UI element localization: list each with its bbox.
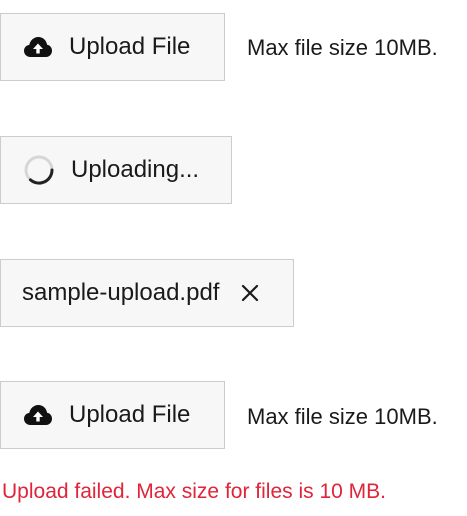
max-file-size-hint: Max file size 10MB. [247,404,438,429]
upload-error-message: Upload failed. Max size for files is 10 … [2,480,386,503]
uploaded-file-chip: sample-upload.pdf [0,259,294,327]
upload-file-button-label: Upload File [69,401,191,428]
cloud-upload-icon [23,404,53,426]
upload-file-button[interactable]: Upload File [0,13,225,81]
spinner-icon [23,154,55,186]
upload-file-button-label: Upload File [69,33,191,60]
max-file-size-hint: Max file size 10MB. [247,35,438,60]
uploading-label: Uploading... [71,156,200,183]
upload-file-button-retry[interactable]: Upload File [0,381,225,449]
uploading-button[interactable]: Uploading... [0,136,232,204]
cloud-upload-icon [23,36,53,58]
uploaded-file-name: sample-upload.pdf [22,279,220,306]
close-icon[interactable] [241,284,259,302]
